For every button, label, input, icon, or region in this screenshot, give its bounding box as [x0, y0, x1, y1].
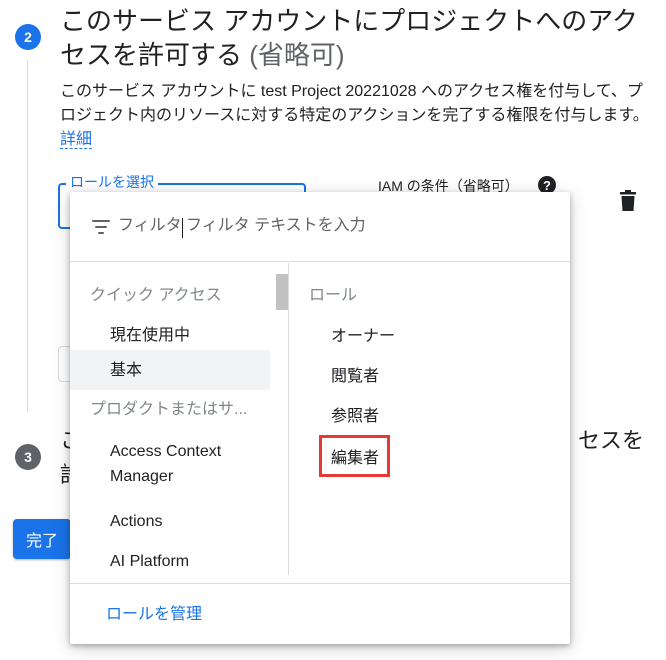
role-select-label: ロールを選択 [66, 174, 158, 190]
step-2-title-text: このサービス アカウントにプロジェクトへのアクセスを許可する [60, 6, 638, 70]
step-2-title: このサービス アカウントにプロジェクトへのアクセスを許可する (省略可) [60, 4, 650, 72]
role-category-list: クイック アクセス 現在使用中 基本 プロダクトまたはサ... Access C… [70, 263, 288, 575]
details-link[interactable]: 詳細 [60, 131, 93, 149]
category-item-access-context-manager[interactable]: Access Context Manager [70, 439, 270, 489]
category-item-current-use[interactable]: 現在使用中 [70, 320, 270, 350]
popup-footer-divider [70, 583, 570, 584]
role-item-viewer[interactable]: 閲覧者 [331, 365, 379, 389]
step-connector-line [27, 60, 28, 412]
step-2-optional-label: (省略可) [249, 40, 345, 70]
category-list-scrollbar[interactable] [276, 274, 288, 310]
filter-label: フィルタ [118, 217, 182, 234]
text-cursor [182, 218, 183, 238]
filter-input[interactable] [186, 214, 546, 238]
role-select-dropdown: フィルタ クイック アクセス 現在使用中 基本 プロダクトまたはサ... Acc… [70, 192, 570, 644]
role-item-owner[interactable]: オーナー [331, 325, 395, 349]
manage-roles-link[interactable]: ロールを管理 [106, 604, 202, 626]
step-3-number-badge: 3 [15, 444, 41, 470]
category-item-basic[interactable]: 基本 [70, 350, 270, 390]
done-button[interactable]: 完了 [13, 519, 71, 559]
step-3-title-fragment-right: セスを [578, 428, 645, 453]
products-header: プロダクトまたはサ... [90, 401, 248, 418]
editor-role-highlight-box [319, 435, 390, 477]
role-item-browser[interactable]: 参照者 [331, 405, 379, 429]
step-2-description-text: このサービス アカウントに test Project 20221028 へのアク… [60, 83, 649, 124]
role-list-header: ロール [309, 287, 358, 304]
filter-bar: フィルタ [70, 192, 570, 262]
filter-icon [92, 220, 110, 234]
step-2-description: このサービス アカウントに test Project 20221028 へのアク… [60, 80, 650, 152]
quick-access-header: クイック アクセス [90, 287, 222, 304]
category-item-ai-platform[interactable]: AI Platform [70, 549, 270, 574]
step-2-number-badge: 2 [15, 24, 41, 50]
trash-icon[interactable] [618, 190, 638, 212]
category-item-actions[interactable]: Actions [70, 509, 270, 534]
step-2-number: 2 [24, 29, 32, 45]
role-list: ロール オーナー 閲覧者 参照者 編集者 [289, 263, 570, 575]
step-3-number: 3 [24, 449, 32, 465]
